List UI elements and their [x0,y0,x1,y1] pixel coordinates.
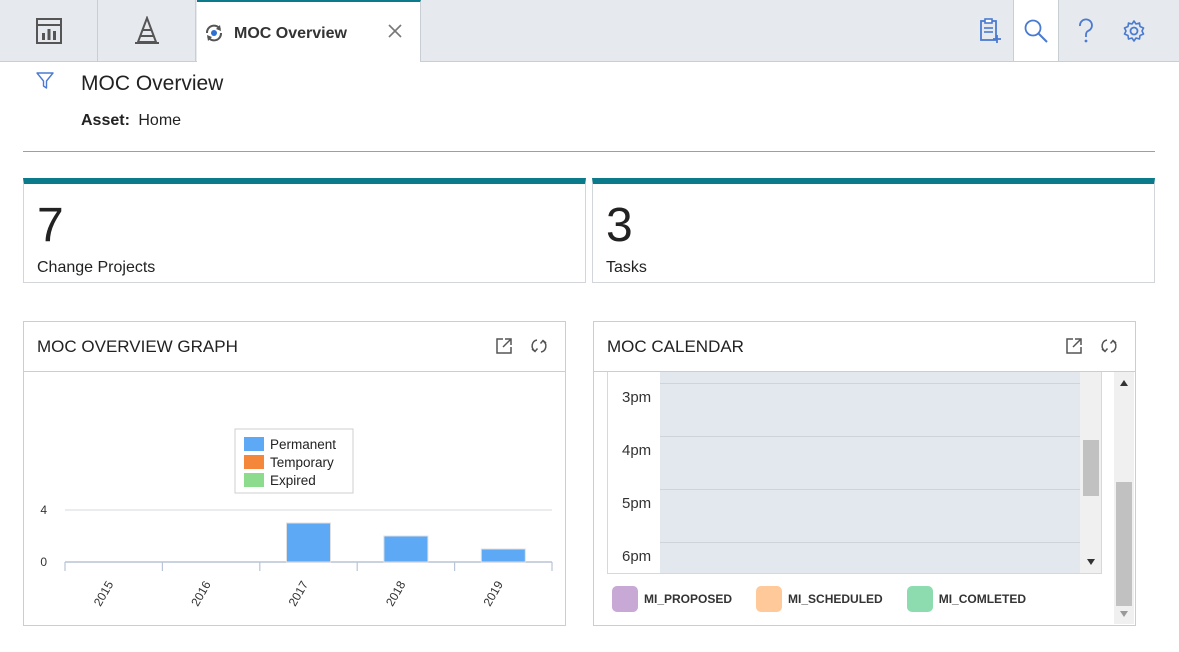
y-tick-label: 4 [40,503,47,517]
asset-value: Home [138,112,182,129]
x-tick-label: 2017 [286,578,312,608]
calendar-time-grid[interactable] [660,372,1080,573]
refresh-icon[interactable] [529,336,549,356]
legend-label: MI_SCHEDULED [788,592,883,606]
x-tick-label: 2019 [480,578,506,608]
kpi-label: Change Projects [37,259,156,276]
pyramid-icon [134,15,159,44]
widget-header: MOC CALENDAR [594,322,1135,372]
scroll-down-arrow-icon[interactable] [1086,558,1096,566]
x-tick-label: 2016 [188,578,214,608]
legend-label: MI_PROPOSED [644,592,733,606]
asset-context: Asset: Home [81,112,181,130]
help-button[interactable] [1063,0,1109,61]
filter-icon[interactable] [36,72,54,90]
page-title: MOC Overview [81,72,224,95]
kpi-card-change-projects[interactable]: 7 Change Projects [23,178,586,283]
legend-swatch [612,586,638,612]
calendar-inner-scrollbar[interactable] [1080,372,1101,573]
x-tick-label: 2015 [91,578,117,608]
x-tick-label: 2018 [383,578,409,608]
asset-label: Asset: [81,112,130,129]
settings-button[interactable] [1111,0,1157,61]
gear-icon [1123,19,1145,42]
moc-overview-bar-chart: 0 4 2015 2016 2017 2018 2019 Permanent Temporary… [40,428,553,609]
calendar-legend: MI_PROPOSED MI_SCHEDULED MI_COMLETED [612,586,1050,612]
widget-scroll-thumb[interactable] [1116,482,1132,606]
legend-label: Permanent [270,437,336,452]
dashboard-nav-button[interactable] [0,0,98,61]
dashboard-icon [35,17,62,44]
calendar-time-column: 3pm 4pm 5pm 6pm [608,372,660,573]
calendar-hour-line [660,383,1080,384]
bar [383,535,429,563]
legend-swatch [244,455,264,469]
legend-swatch [244,437,264,451]
moc-overview-graph-widget: MOC OVERVIEW GRAPH 0 4 2015 2016 2017 2018 201… [23,321,566,626]
kpi-value: 7 [37,199,64,252]
calendar-hour-line [660,436,1080,437]
open-external-icon[interactable] [494,336,514,356]
add-report-icon [980,17,1001,43]
legend-swatch [906,586,933,612]
top-navigation-bar: MOC Overview [0,0,1179,62]
kpi-card-tasks[interactable]: 3 Tasks [592,178,1155,283]
open-external-icon[interactable] [1064,336,1084,356]
widget-scrollbar[interactable] [1114,372,1134,624]
refresh-icon[interactable] [1099,336,1119,356]
search-icon [1024,19,1048,43]
tab-label: MOC Overview [234,25,347,42]
legend-item-completed: MI_COMLETED [906,586,1027,612]
scroll-down-arrow-icon[interactable] [1119,610,1129,618]
add-report-button[interactable] [967,0,1013,61]
tab-moc-overview[interactable]: MOC Overview [197,0,421,62]
legend-label: Expired [270,473,316,488]
calendar-time-label: 4pm [622,442,652,459]
legend-label: MI_COMLETED [938,592,1027,606]
legend-item-proposed: MI_PROPOSED [612,586,732,612]
close-icon[interactable] [386,22,404,40]
widget-title: MOC OVERVIEW GRAPH [37,337,238,356]
moc-calendar-widget: MOC CALENDAR 3pm 4pm 5pm 6pm MI_PROPOSED… [593,321,1136,626]
legend-item-scheduled: MI_SCHEDULED [756,586,883,612]
widget-header: MOC OVERVIEW GRAPH [24,322,565,372]
help-icon [1079,17,1093,42]
pyramid-nav-button[interactable] [98,0,196,61]
calendar-inner-scroll-thumb[interactable] [1083,440,1099,496]
legend-label: Temporary [270,455,334,470]
calendar-time-label: 3pm [622,389,652,406]
calendar-day-view[interactable]: 3pm 4pm 5pm 6pm [607,372,1102,574]
bar [480,548,526,563]
kpi-value: 3 [606,199,633,252]
widget-title: MOC CALENDAR [607,337,744,356]
legend-swatch [244,473,264,487]
header-divider [23,151,1155,152]
calendar-hour-line [660,489,1080,490]
kpi-label: Tasks [606,259,647,276]
bar [286,522,331,563]
search-button[interactable] [1013,0,1059,61]
legend-swatch [756,586,783,612]
calendar-time-label: 6pm [622,548,652,565]
calendar-hour-line [660,542,1080,543]
refresh-cycle-icon [206,24,222,42]
y-tick-label: 0 [40,555,47,569]
scroll-up-arrow-icon[interactable] [1119,379,1129,387]
calendar-time-label: 5pm [622,495,652,512]
